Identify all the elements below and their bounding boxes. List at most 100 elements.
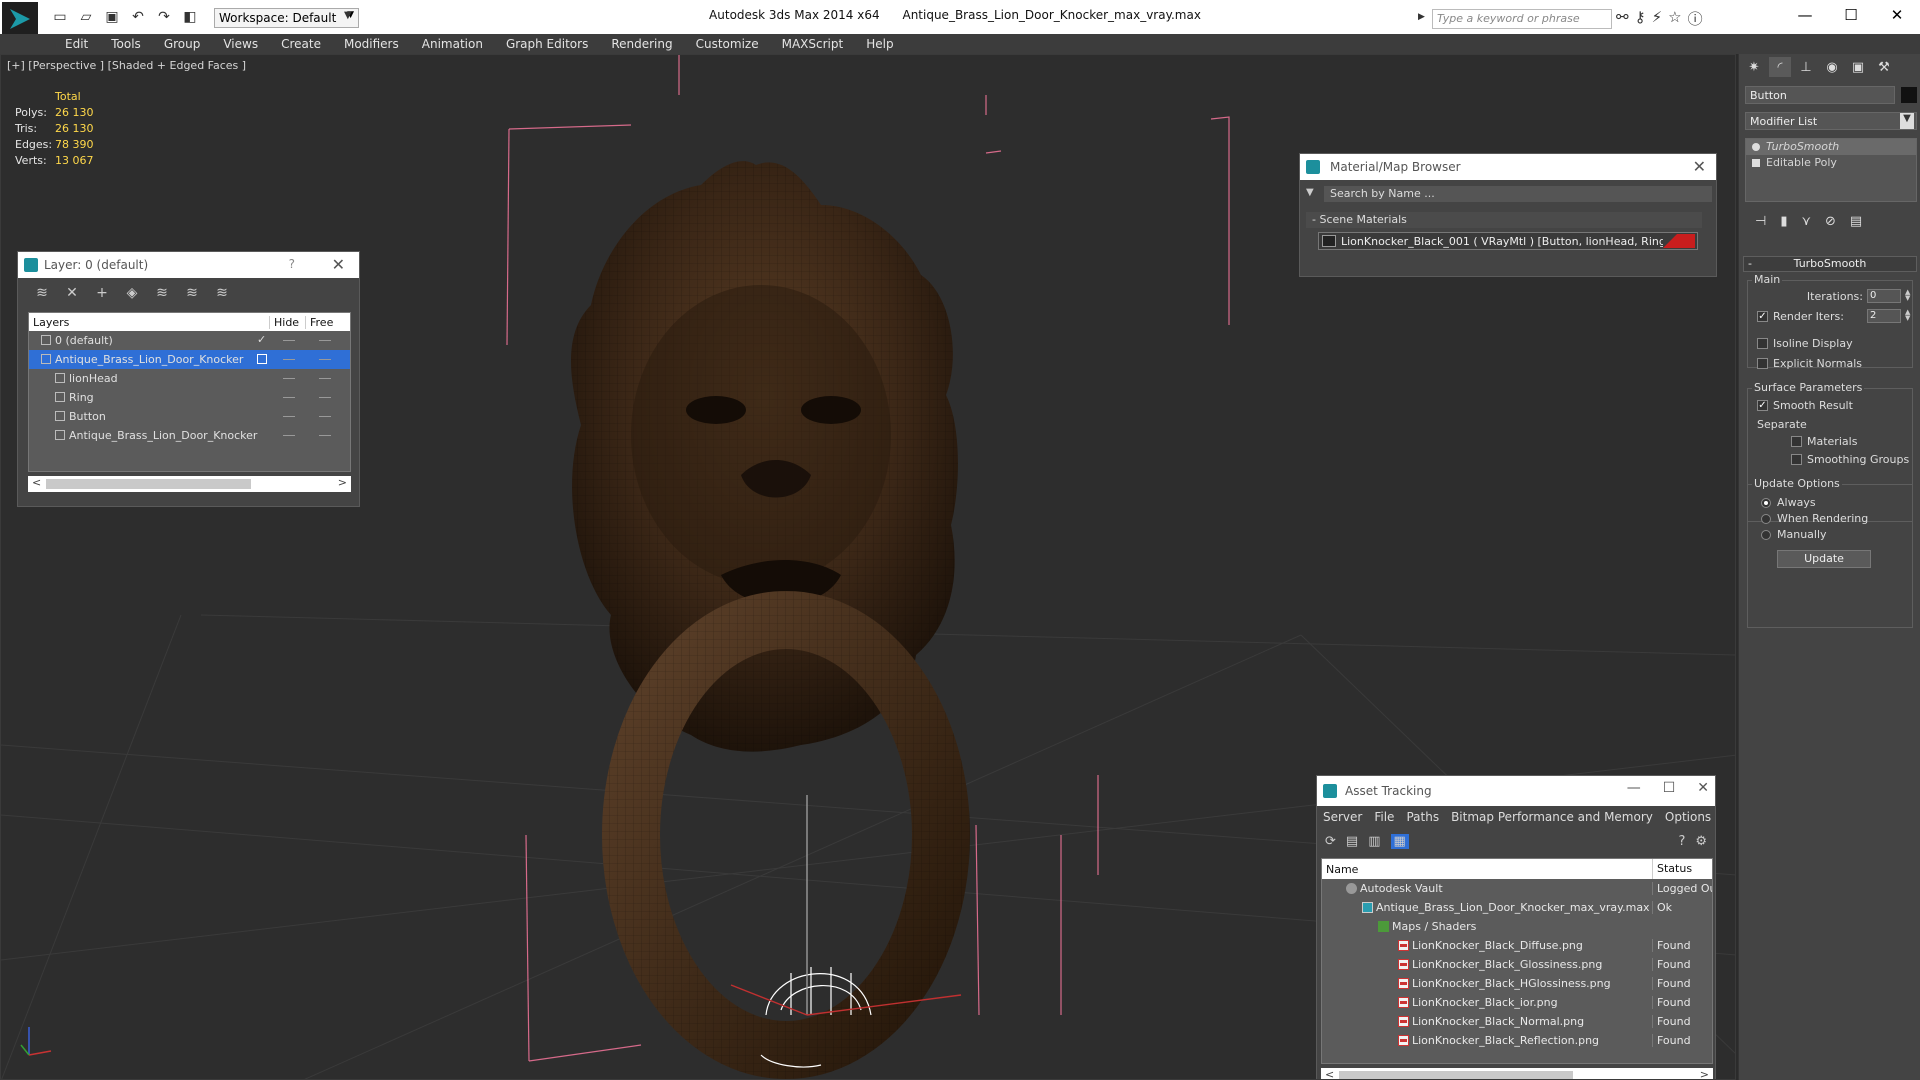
update-button[interactable]: Update: [1777, 550, 1871, 568]
explicit-normals-checkbox[interactable]: [1757, 358, 1768, 369]
scroll-left-icon[interactable]: <: [32, 476, 41, 489]
asset-row[interactable]: Antique_Brass_Lion_Door_Knocker_max_vray…: [1322, 898, 1712, 917]
delete-layer-icon[interactable]: ✕: [62, 285, 82, 301]
menu-item-views[interactable]: Views: [210, 34, 268, 54]
column-freeze[interactable]: Free: [305, 316, 333, 329]
object-color-swatch[interactable]: [1901, 87, 1917, 103]
refresh-icon[interactable]: ⟳: [1325, 834, 1336, 849]
tree-view-icon[interactable]: ▥: [1368, 834, 1380, 849]
asset-row[interactable]: Autodesk Vault Logged Out: [1322, 879, 1712, 898]
asset-menu-options[interactable]: Options: [1665, 810, 1711, 824]
scroll-thumb[interactable]: [46, 479, 251, 489]
object-row[interactable]: Antique_Brass_Lion_Door_Knocker: [29, 426, 350, 445]
freeze-toggle[interactable]: [319, 340, 331, 341]
material-search-input[interactable]: Search by Name ...: [1324, 186, 1712, 202]
modify-tab-icon[interactable]: ◜: [1769, 57, 1791, 77]
scene-materials-group[interactable]: - Scene Materials: [1306, 212, 1702, 228]
connect-icon[interactable]: ⚡: [1652, 8, 1663, 29]
material-item[interactable]: LionKnocker_Black_001 ( VRayMtl ) [Butto…: [1318, 232, 1698, 250]
menu-item-help[interactable]: Help: [853, 34, 903, 54]
modifier-list-dropdown[interactable]: Modifier List ▼: [1745, 112, 1917, 130]
object-row[interactable]: Button: [29, 407, 350, 426]
menu-item-create[interactable]: Create: [268, 34, 331, 54]
configure-sets-icon[interactable]: ▤: [1850, 214, 1862, 229]
viewport-label-menu[interactable]: [+] [Perspective ] [Shaded + Edged Faces…: [7, 59, 246, 72]
manually-radio[interactable]: [1761, 530, 1771, 540]
always-radio[interactable]: [1761, 498, 1771, 508]
iterations-spinner[interactable]: 0: [1867, 289, 1901, 303]
asset-menu-server[interactable]: Server: [1323, 810, 1362, 824]
menu-item-tools[interactable]: Tools: [98, 34, 151, 54]
display-tab-icon[interactable]: ▣: [1847, 57, 1869, 77]
freeze-all-icon[interactable]: ≋: [212, 285, 232, 301]
asset-row[interactable]: LionKnocker_Black_ior.png Found: [1322, 993, 1712, 1012]
scroll-right-icon[interactable]: >: [338, 476, 347, 489]
menu-item-maxscript[interactable]: MAXScript: [769, 34, 854, 54]
asset-row[interactable]: LionKnocker_Black_Normal.png Found: [1322, 1012, 1712, 1031]
turbosmooth-rollout-header[interactable]: - TurboSmooth: [1743, 256, 1917, 272]
remove-modifier-icon[interactable]: ⊘: [1825, 214, 1836, 229]
object-row[interactable]: Ring: [29, 388, 350, 407]
close-icon[interactable]: ✕: [332, 255, 345, 274]
stack-item-turbosmooth[interactable]: TurboSmooth: [1746, 139, 1916, 155]
scroll-left-icon[interactable]: <: [1325, 1068, 1334, 1079]
utilities-tab-icon[interactable]: ⚒: [1873, 57, 1895, 77]
spinner-arrows-icon[interactable]: ▲ ▼: [1905, 289, 1910, 302]
bulb-icon[interactable]: [1752, 143, 1760, 151]
pin-stack-icon[interactable]: ⊣: [1755, 214, 1766, 229]
help-icon[interactable]: ?: [289, 257, 295, 271]
layer-horizontal-scrollbar[interactable]: < >: [28, 476, 351, 492]
minimize-icon[interactable]: —: [1627, 780, 1641, 796]
hide-toggle[interactable]: [283, 397, 295, 398]
column-hide[interactable]: Hide: [269, 316, 299, 329]
freeze-toggle[interactable]: [319, 435, 331, 436]
asset-row[interactable]: LionKnocker_Black_Diffuse.png Found: [1322, 936, 1712, 955]
create-tab-icon[interactable]: ✷: [1743, 57, 1765, 77]
motion-tab-icon[interactable]: ◉: [1821, 57, 1843, 77]
help-icon[interactable]: ⓘ: [1688, 8, 1703, 29]
hierarchy-tab-icon[interactable]: ⊥: [1795, 57, 1817, 77]
isoline-display-checkbox[interactable]: [1757, 338, 1768, 349]
hide-toggle[interactable]: [283, 359, 295, 360]
freeze-toggle[interactable]: [319, 378, 331, 379]
menu-item-group[interactable]: Group: [151, 34, 211, 54]
infocenter-search-input[interactable]: Type a keyword or phrase: [1432, 9, 1612, 29]
object-row[interactable]: lionHead: [29, 369, 350, 388]
key-icon[interactable]: ⚷: [1635, 8, 1646, 29]
column-status[interactable]: Status: [1652, 859, 1692, 879]
asset-tracking-titlebar[interactable]: Asset Tracking — ☐ ✕: [1317, 776, 1715, 806]
layer-row[interactable]: Antique_Brass_Lion_Door_Knocker: [29, 350, 350, 369]
asset-horizontal-scrollbar[interactable]: < >: [1321, 1068, 1713, 1079]
menu-item-modifiers[interactable]: Modifiers: [331, 34, 409, 54]
menu-item-customize[interactable]: Customize: [683, 34, 769, 54]
list-view-icon[interactable]: ▤: [1346, 834, 1358, 849]
binoculars-icon[interactable]: ⚯: [1616, 8, 1629, 29]
asset-row[interactable]: LionKnocker_Black_Reflection.png Found: [1322, 1031, 1712, 1050]
close-icon[interactable]: ✕: [1693, 157, 1706, 176]
hide-toggle[interactable]: [283, 340, 295, 341]
close-icon[interactable]: ✕: [1697, 780, 1709, 796]
stack-item-editable-poly[interactable]: Editable Poly: [1746, 155, 1916, 171]
materials-checkbox[interactable]: [1791, 436, 1802, 447]
render-iters-spinner[interactable]: 2: [1867, 309, 1901, 323]
freeze-toggle[interactable]: [319, 416, 331, 417]
minimize-icon[interactable]: —: [1782, 0, 1828, 30]
asset-row[interactable]: LionKnocker_Black_Glossiness.png Found: [1322, 955, 1712, 974]
make-unique-icon[interactable]: ⋎: [1801, 214, 1811, 229]
help-icon[interactable]: ?: [1678, 834, 1685, 849]
settings-icon[interactable]: ⚙: [1695, 834, 1707, 849]
hide-toggle[interactable]: [283, 416, 295, 417]
hide-toggle[interactable]: [283, 435, 295, 436]
scroll-thumb[interactable]: [1339, 1071, 1573, 1079]
table-view-icon[interactable]: ▦: [1390, 833, 1409, 849]
asset-menu-bitmap-performance-and-memory[interactable]: Bitmap Performance and Memory: [1451, 810, 1653, 824]
asset-row[interactable]: LionKnocker_Black_HGlossiness.png Found: [1322, 974, 1712, 993]
star-icon[interactable]: ☆: [1668, 8, 1681, 29]
layer-row[interactable]: 0 (default) ✓: [29, 331, 350, 350]
column-layers[interactable]: Layers: [33, 316, 69, 329]
hide-all-icon[interactable]: ≋: [182, 285, 202, 301]
new-layer-icon[interactable]: ≋: [32, 285, 52, 301]
highlight-layer-icon[interactable]: ≋: [152, 285, 172, 301]
filter-icon[interactable]: ▼: [1306, 187, 1314, 198]
smooth-result-checkbox[interactable]: ✓: [1757, 400, 1768, 411]
